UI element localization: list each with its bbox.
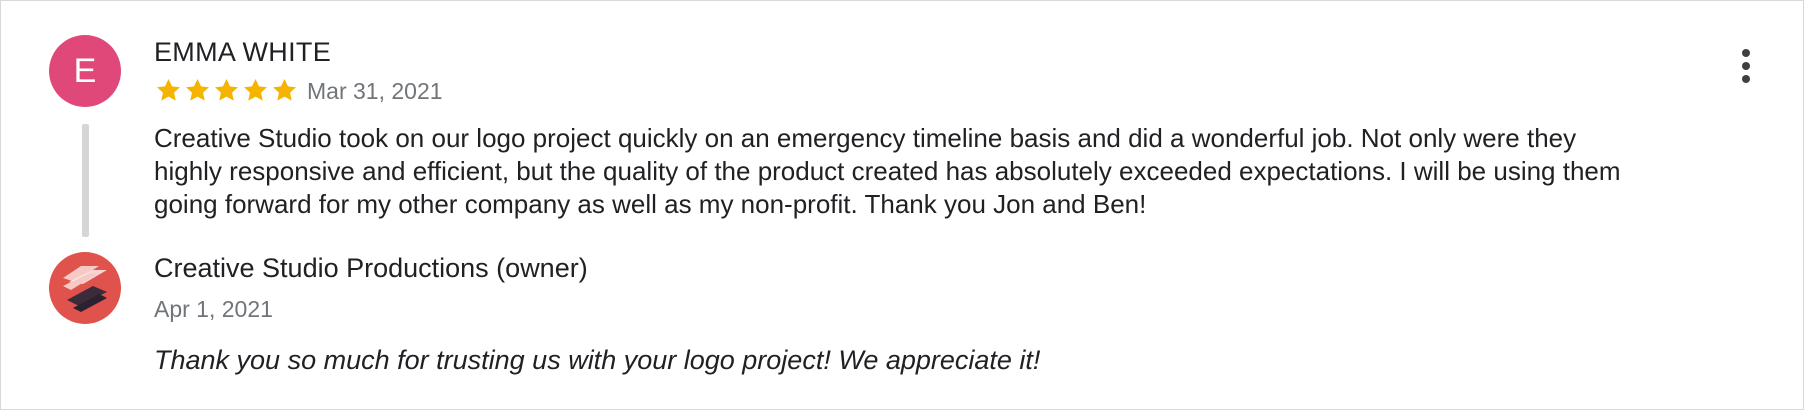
owner-response-date: Apr 1, 2021 — [154, 296, 273, 322]
star-icon — [244, 78, 267, 101]
star-rating — [154, 73, 299, 107]
more-vert-icon — [1742, 49, 1750, 57]
star-icon — [157, 78, 180, 101]
review-text: Creative Studio took on our logo project… — [154, 123, 1621, 219]
star-icon — [186, 78, 209, 101]
review-card: E EMMA WHITE Mar 31, 2021 Creative Studi… — [0, 0, 1804, 410]
owner-reply-text: Thank you so much for trusting us with y… — [154, 345, 1041, 375]
review-date: Mar 31, 2021 — [307, 78, 443, 104]
thread-connector-line — [82, 124, 89, 237]
reviewer-name[interactable]: EMMA WHITE — [154, 37, 331, 68]
reviewer-avatar[interactable]: E — [49, 35, 121, 107]
more-vert-icon-dot — [1742, 75, 1750, 83]
owner-name: Creative Studio Productions (owner) — [154, 253, 588, 283]
creative-studio-logo-icon — [49, 252, 121, 324]
more-vert-icon-dot — [1742, 62, 1750, 70]
more-options-button[interactable] — [1726, 41, 1766, 91]
star-icon — [273, 78, 296, 101]
star-icon — [215, 78, 238, 101]
